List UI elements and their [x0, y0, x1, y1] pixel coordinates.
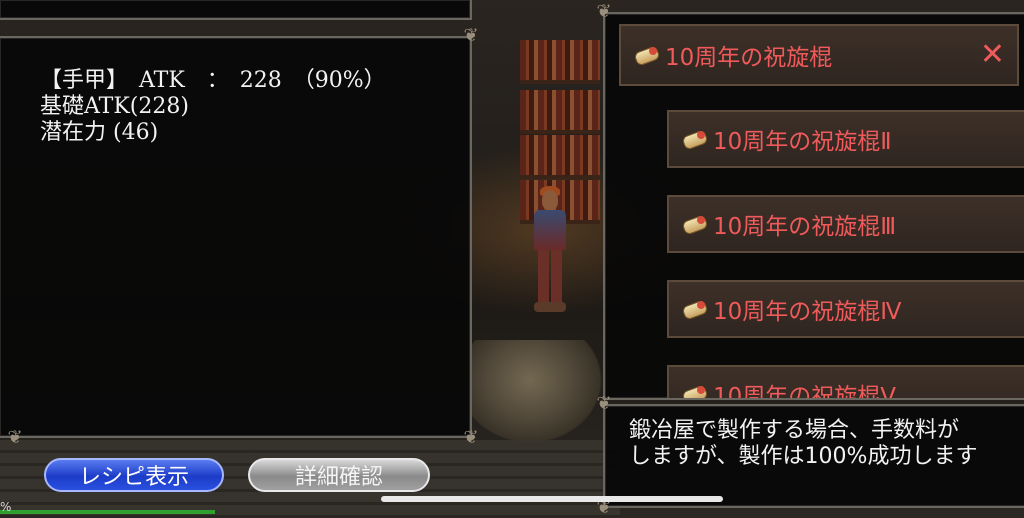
- recipe-item-label: 10周年の祝旋棍Ⅴ: [713, 384, 897, 398]
- stat-potential: 潜在力 (46): [40, 120, 159, 145]
- scroll-icon: [635, 46, 659, 64]
- ornament-icon: ❦: [463, 427, 479, 448]
- ornament-icon: ❦: [7, 427, 23, 448]
- ornament-icon: ❦: [463, 25, 479, 46]
- recipe-header[interactable]: 10周年の祝旋棍 ✕: [619, 24, 1019, 86]
- recipe-item-label: 10周年の祝旋棍Ⅱ: [713, 129, 892, 155]
- recipe-item-label: 10周年の祝旋棍Ⅲ: [713, 214, 897, 240]
- scroll-icon: [683, 130, 707, 148]
- description-line: 鍛冶屋で製作する場合、手数料が: [629, 418, 960, 443]
- bookshelf: [520, 90, 600, 134]
- scroll-icon: [683, 215, 707, 233]
- list-clip: 10周年の祝旋棍Ⅴ: [667, 365, 1024, 398]
- description-line: しますが、製作は100%成功します: [629, 444, 978, 469]
- stat-atk-line: 【手甲】 ATK ： 228 （90%）: [40, 68, 386, 93]
- list-item[interactable]: 10周年の祝旋棍Ⅳ: [667, 280, 1024, 338]
- bookshelf: [520, 40, 600, 84]
- recipe-list-panel: ❦ 10周年の祝旋棍 ✕ 10周年の祝旋棍Ⅱ 10周年の祝旋棍Ⅲ 10周年の祝旋…: [596, 2, 1024, 400]
- stat-base-atk: 基礎ATK(228): [40, 94, 189, 119]
- detail-check-button[interactable]: 詳細確認: [248, 458, 430, 492]
- top-frame: [0, 0, 472, 20]
- ornament-icon: ❦: [596, 393, 612, 414]
- list-item[interactable]: 10周年の祝旋棍Ⅴ: [667, 365, 1024, 398]
- close-icon[interactable]: ✕: [980, 40, 1005, 70]
- ornament-icon: ❦: [596, 1, 612, 22]
- description-panel: ❦ ❦ 鍛冶屋で製作する場合、手数料が しますが、製作は100%成功します: [596, 394, 1024, 518]
- recipe-item-label: 10周年の祝旋棍Ⅳ: [713, 299, 902, 325]
- home-indicator[interactable]: [381, 496, 723, 502]
- show-recipe-button[interactable]: レシピ表示: [44, 458, 224, 492]
- list-item[interactable]: 10周年の祝旋棍Ⅱ: [667, 110, 1024, 168]
- floor-emblem: [470, 340, 610, 450]
- list-item[interactable]: 10周年の祝旋棍Ⅲ: [667, 195, 1024, 253]
- scroll-icon: [683, 300, 707, 318]
- bookshelf: [520, 135, 600, 179]
- equipment-stat-panel: ❦ ❦ ❦ 【手甲】 ATK ： 228 （90%） 基礎ATK(228) 潜在…: [0, 26, 479, 448]
- progress-bar: [0, 510, 215, 514]
- recipe-header-label: 10周年の祝旋棍: [665, 45, 833, 71]
- player-character: [530, 186, 570, 315]
- scroll-icon: [683, 385, 707, 398]
- edge-percent-text: %: [0, 500, 12, 514]
